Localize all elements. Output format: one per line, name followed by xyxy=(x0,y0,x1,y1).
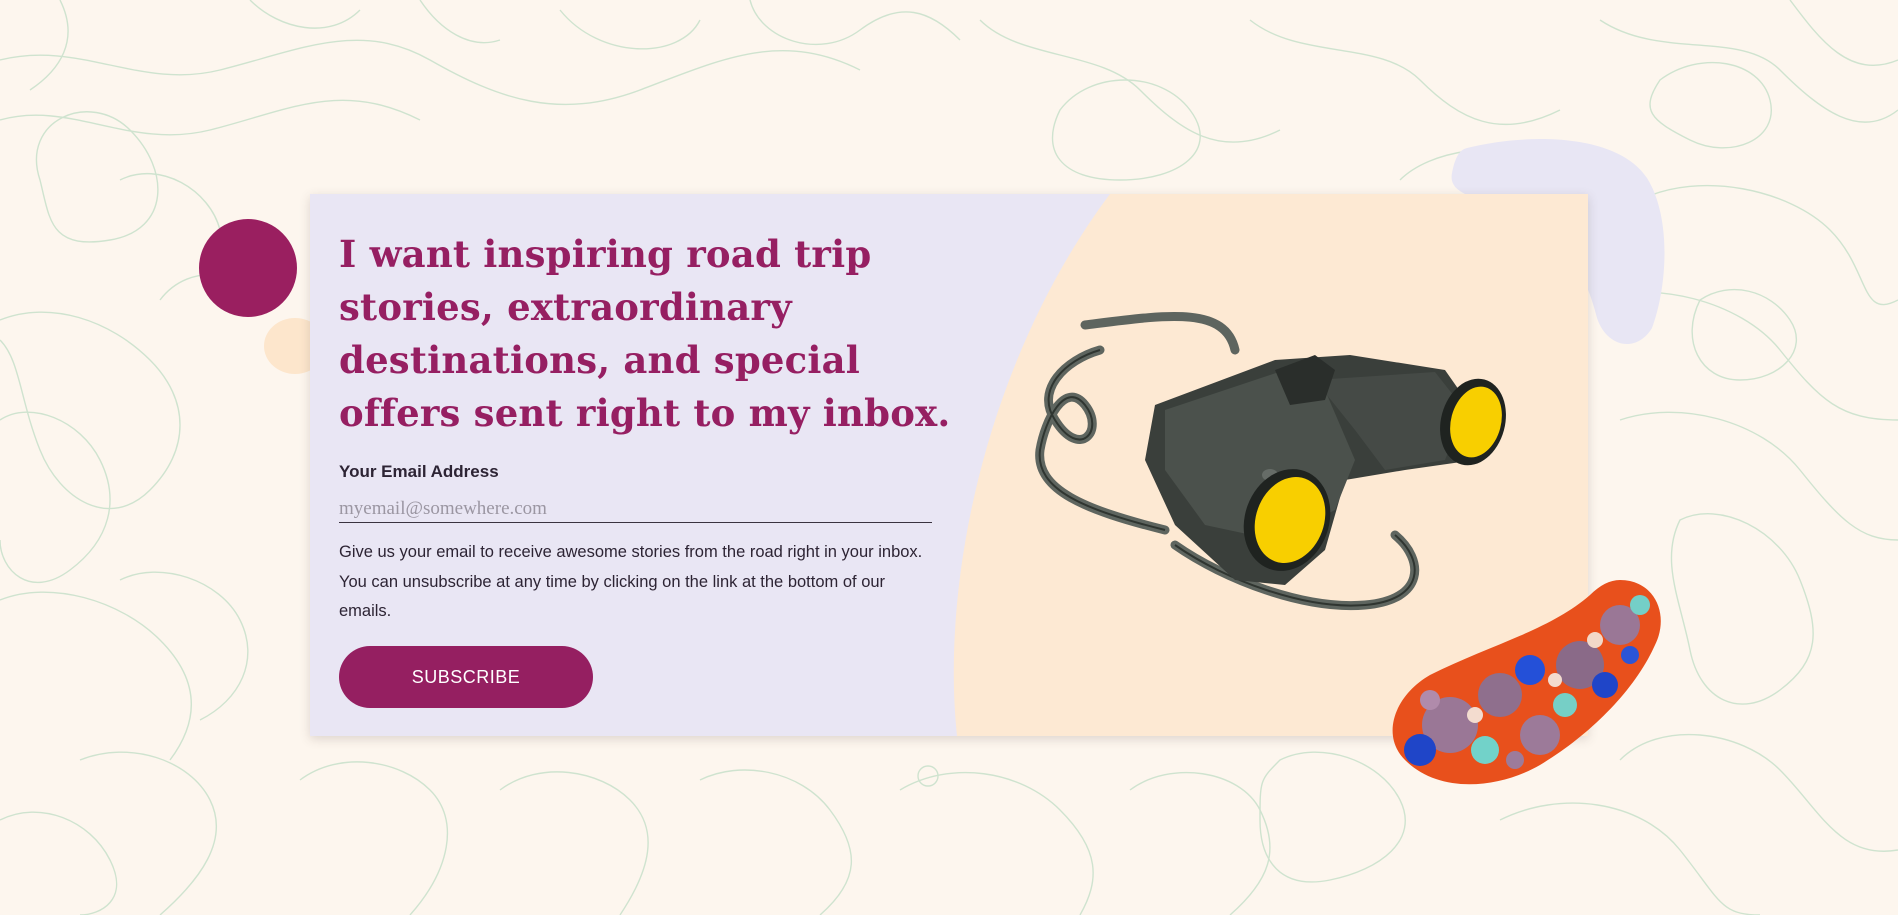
marbled-paper-blob xyxy=(1392,580,1661,785)
page-background: I want inspiring road trip stories, extr… xyxy=(0,0,1898,915)
binoculars-illustration xyxy=(1035,311,1506,611)
email-input[interactable] xyxy=(339,496,932,523)
signup-headline: I want inspiring road trip stories, extr… xyxy=(339,232,951,435)
decorative-purple-circle xyxy=(199,219,297,317)
subscribe-button[interactable]: SUBSCRIBE xyxy=(339,646,593,708)
email-label: Your Email Address xyxy=(339,462,499,481)
signup-helper-text: Give us your email to receive awesome st… xyxy=(339,543,923,620)
